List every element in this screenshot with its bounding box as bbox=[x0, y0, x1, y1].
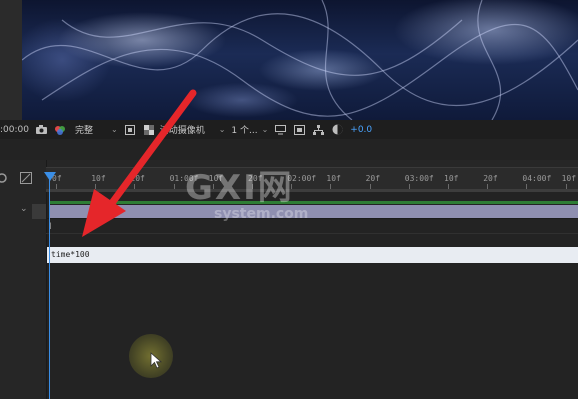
ruler-tick-label: 20f bbox=[365, 174, 381, 183]
expression-field[interactable]: time*100 bbox=[47, 247, 578, 263]
ruler-tick-label: 20f bbox=[483, 174, 498, 183]
ruler-tick-label: 04:00f bbox=[522, 174, 552, 183]
layer-outline-panel bbox=[0, 160, 47, 399]
mouse-pointer-icon bbox=[150, 352, 162, 369]
fast-preview-icon[interactable] bbox=[274, 123, 287, 136]
motion-blur-icon[interactable] bbox=[20, 169, 32, 188]
chevron-down-icon: ⌄ bbox=[261, 125, 269, 134]
playhead-line bbox=[49, 174, 50, 399]
watermark-subtext: system.com bbox=[214, 206, 309, 222]
view-layout-value: 1 个... bbox=[231, 126, 258, 136]
ruler-tick-label: 10f bbox=[561, 174, 577, 183]
chevron-down-icon: ⌄ bbox=[218, 125, 226, 134]
timeline-left-controls bbox=[0, 168, 46, 184]
draft-3d-icon[interactable] bbox=[0, 169, 7, 188]
chevron-down-icon: ⌄ bbox=[20, 204, 28, 214]
ruler-tick-label: 10f bbox=[326, 174, 341, 183]
exposure-value[interactable]: +0.0 bbox=[350, 125, 372, 135]
ruler-tick-label: 03:00f bbox=[404, 174, 434, 183]
playhead-handle[interactable] bbox=[44, 172, 56, 181]
layer-color-swatch bbox=[32, 204, 46, 219]
view-layout-select[interactable]: 1 个... ⌄ bbox=[231, 123, 268, 136]
current-time-display[interactable]: :00:00 bbox=[0, 125, 29, 135]
timeline-panel-icon[interactable] bbox=[293, 123, 306, 136]
mode-dropdown-row[interactable]: ⌄ bbox=[0, 204, 46, 219]
reset-exposure-icon[interactable] bbox=[331, 123, 344, 136]
ruler-tick-label: 10f bbox=[444, 174, 459, 183]
annotation-arrow bbox=[82, 89, 197, 237]
comp-flowchart-icon[interactable] bbox=[312, 123, 325, 136]
camera-icon[interactable] bbox=[35, 123, 48, 136]
